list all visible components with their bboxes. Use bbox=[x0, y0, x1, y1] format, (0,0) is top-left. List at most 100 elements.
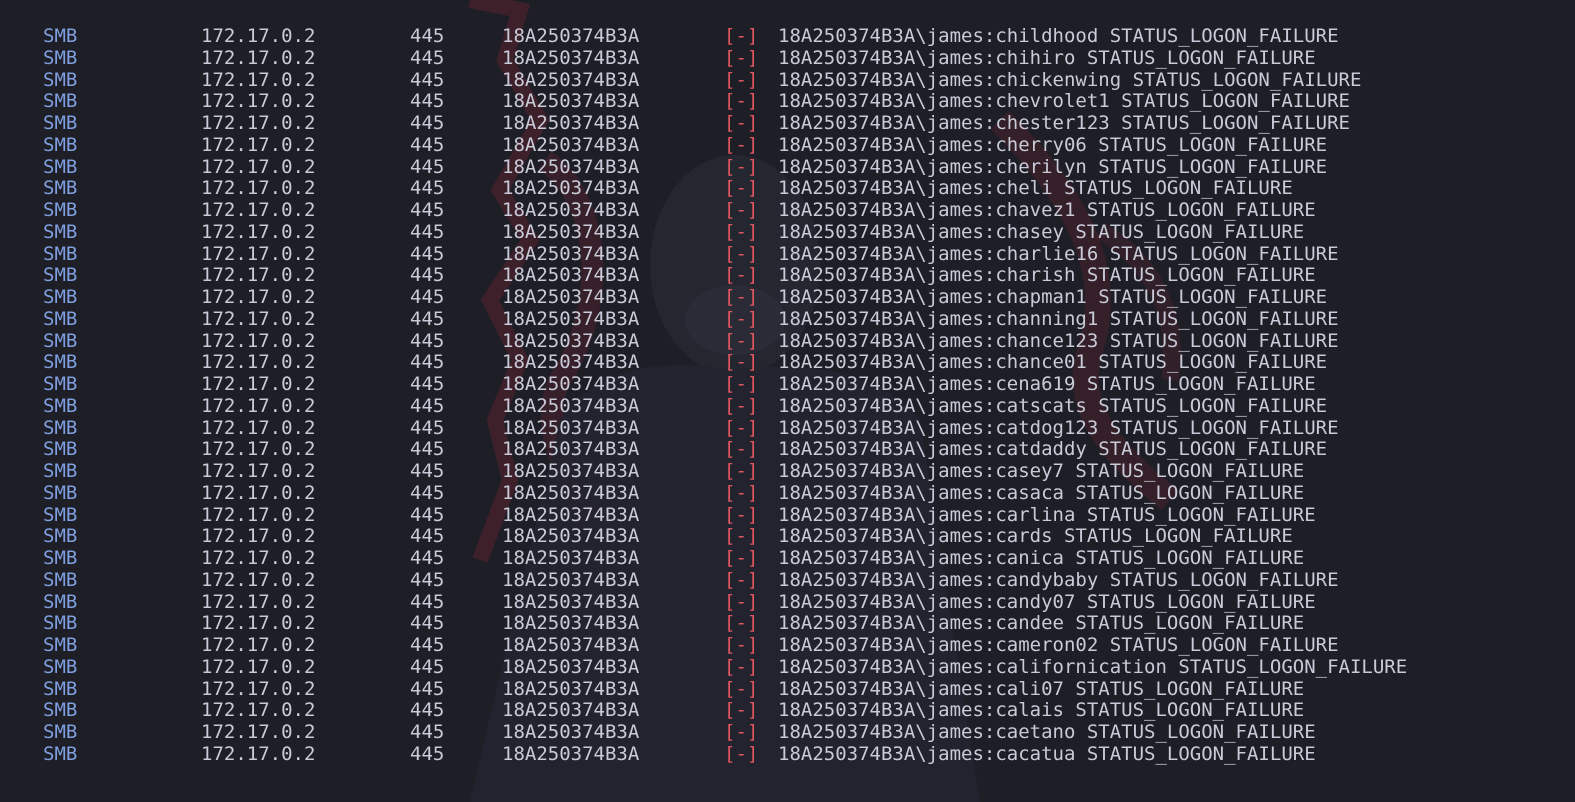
ip-address: 172.17.0.2 bbox=[201, 655, 316, 678]
protocol-label: SMB bbox=[43, 438, 78, 461]
port-number: 445 bbox=[410, 699, 445, 722]
ip-address: 172.17.0.2 bbox=[201, 742, 316, 765]
login-attempt-message: 18A250374B3A\james:chasey STATUS_LOGON_F… bbox=[778, 220, 1305, 243]
terminal-window[interactable]: SMB 172.17.0.2 445 18A250374B3A [-] 18A250374… bbox=[0, 0, 1575, 802]
host-name: 18A250374B3A bbox=[502, 112, 640, 134]
host-name: 18A250374B3A bbox=[502, 329, 640, 352]
port-number: 445 bbox=[410, 590, 445, 613]
host-name: 18A250374B3A bbox=[502, 742, 640, 765]
port-number: 445 bbox=[410, 373, 445, 395]
protocol-label: SMB bbox=[43, 699, 78, 722]
login-attempt-message: 18A250374B3A\james:cards STATUS_LOGON_FA… bbox=[778, 525, 1293, 548]
host-name: 18A250374B3A bbox=[502, 699, 640, 722]
port-number: 445 bbox=[410, 416, 445, 439]
ip-address: 172.17.0.2 bbox=[201, 68, 316, 91]
host-name: 18A250374B3A bbox=[502, 590, 640, 613]
terminal-line: SMB 172.17.0.2 445 18A250374B3A [-] 18A250374… bbox=[0, 286, 1575, 309]
port-number: 445 bbox=[410, 503, 445, 526]
terminal-line: SMB 172.17.0.2 445 18A250374B3A [-] 18A250374… bbox=[0, 503, 1575, 527]
protocol-label: SMB bbox=[43, 590, 78, 613]
terminal-line: SMB 172.17.0.2 445 18A250374B3A [-] 18A250374… bbox=[0, 307, 1575, 331]
failure-marker: [-] bbox=[724, 286, 759, 308]
terminal-line: SMB 172.17.0.2 445 18A250374B3A [-] 18A250374… bbox=[0, 416, 1575, 440]
ip-address: 172.17.0.2 bbox=[201, 612, 316, 635]
ip-address: 172.17.0.2 bbox=[201, 199, 316, 221]
host-name: 18A250374B3A bbox=[502, 68, 640, 91]
host-name: 18A250374B3A bbox=[502, 438, 640, 461]
host-name: 18A250374B3A bbox=[502, 133, 640, 156]
failure-marker: [-] bbox=[724, 25, 759, 47]
port-number: 445 bbox=[410, 721, 445, 743]
host-name: 18A250374B3A bbox=[502, 677, 640, 700]
ip-address: 172.17.0.2 bbox=[201, 677, 316, 700]
failure-marker: [-] bbox=[724, 547, 759, 569]
terminal-line: SMB 172.17.0.2 445 18A250374B3A [-] 18A250374… bbox=[0, 90, 1575, 113]
port-number: 445 bbox=[410, 655, 445, 678]
failure-marker: [-] bbox=[724, 307, 759, 330]
terminal-line: SMB 172.17.0.2 445 18A250374B3A [-] 18A250374… bbox=[0, 655, 1575, 679]
port-number: 445 bbox=[410, 460, 445, 482]
protocol-label: SMB bbox=[43, 286, 78, 308]
ip-address: 172.17.0.2 bbox=[201, 547, 316, 569]
ip-address: 172.17.0.2 bbox=[201, 699, 316, 722]
port-number: 445 bbox=[410, 677, 445, 700]
port-number: 445 bbox=[410, 286, 445, 308]
port-number: 445 bbox=[410, 329, 445, 352]
login-attempt-message: 18A250374B3A\james:carlina STATUS_LOGON_… bbox=[778, 503, 1316, 526]
protocol-label: SMB bbox=[43, 612, 78, 635]
ip-address: 172.17.0.2 bbox=[201, 373, 316, 395]
protocol-label: SMB bbox=[43, 655, 78, 678]
protocol-label: SMB bbox=[43, 525, 78, 548]
host-name: 18A250374B3A bbox=[502, 220, 640, 243]
failure-marker: [-] bbox=[724, 612, 759, 635]
failure-marker: [-] bbox=[724, 46, 759, 69]
ip-address: 172.17.0.2 bbox=[201, 220, 316, 243]
failure-marker: [-] bbox=[724, 155, 759, 178]
terminal-line: SMB 172.17.0.2 445 18A250374B3A [-] 18A250374… bbox=[0, 590, 1575, 614]
terminal-line: SMB 172.17.0.2 445 18A250374B3A [-] 18A250374… bbox=[0, 46, 1575, 70]
protocol-label: SMB bbox=[43, 264, 78, 287]
failure-marker: [-] bbox=[724, 68, 759, 91]
host-name: 18A250374B3A bbox=[502, 460, 640, 482]
terminal-line: SMB 172.17.0.2 445 18A250374B3A [-] 18A250374… bbox=[0, 220, 1575, 244]
login-attempt-message: 18A250374B3A\james:cherry06 STATUS_LOGON… bbox=[778, 133, 1328, 156]
protocol-label: SMB bbox=[43, 721, 78, 743]
failure-marker: [-] bbox=[724, 460, 759, 482]
terminal-line: SMB 172.17.0.2 445 18A250374B3A [-] 18A250374… bbox=[0, 634, 1575, 657]
protocol-label: SMB bbox=[43, 677, 78, 700]
protocol-label: SMB bbox=[43, 90, 78, 113]
login-attempt-message: 18A250374B3A\james:chance123 STATUS_LOGO… bbox=[778, 329, 1339, 352]
protocol-label: SMB bbox=[43, 242, 78, 265]
terminal-line: SMB 172.17.0.2 445 18A250374B3A [-] 18A250374… bbox=[0, 460, 1575, 483]
protocol-label: SMB bbox=[43, 329, 78, 352]
host-name: 18A250374B3A bbox=[502, 46, 640, 69]
host-name: 18A250374B3A bbox=[502, 242, 640, 265]
host-name: 18A250374B3A bbox=[502, 481, 640, 504]
protocol-label: SMB bbox=[43, 634, 78, 656]
failure-marker: [-] bbox=[724, 677, 759, 700]
port-number: 445 bbox=[410, 90, 445, 113]
host-name: 18A250374B3A bbox=[502, 416, 640, 439]
login-attempt-message: 18A250374B3A\james:canica STATUS_LOGON_F… bbox=[778, 547, 1305, 569]
protocol-label: SMB bbox=[43, 460, 78, 482]
host-name: 18A250374B3A bbox=[502, 394, 640, 417]
ip-address: 172.17.0.2 bbox=[201, 394, 316, 417]
protocol-label: SMB bbox=[43, 547, 78, 569]
login-attempt-message: 18A250374B3A\james:candy07 STATUS_LOGON_… bbox=[778, 590, 1316, 613]
ip-address: 172.17.0.2 bbox=[201, 590, 316, 613]
login-attempt-message: 18A250374B3A\james:charish STATUS_LOGON_… bbox=[778, 264, 1316, 287]
protocol-label: SMB bbox=[43, 220, 78, 243]
host-name: 18A250374B3A bbox=[502, 177, 640, 200]
host-name: 18A250374B3A bbox=[502, 199, 640, 221]
login-attempt-message: 18A250374B3A\james:charlie16 STATUS_LOGO… bbox=[778, 242, 1339, 265]
login-attempt-message: 18A250374B3A\james:cacatua STATUS_LOGON_… bbox=[778, 742, 1316, 765]
protocol-label: SMB bbox=[43, 133, 78, 156]
host-name: 18A250374B3A bbox=[502, 286, 640, 308]
protocol-label: SMB bbox=[43, 351, 78, 374]
terminal-line: SMB 172.17.0.2 445 18A250374B3A [-] 18A250374… bbox=[0, 155, 1575, 179]
ip-address: 172.17.0.2 bbox=[201, 481, 316, 504]
protocol-label: SMB bbox=[43, 25, 78, 47]
host-name: 18A250374B3A bbox=[502, 503, 640, 526]
login-attempt-message: 18A250374B3A\james:candybaby STATUS_LOGO… bbox=[778, 568, 1339, 591]
terminal-line: SMB 172.17.0.2 445 18A250374B3A [-] 18A250374… bbox=[0, 568, 1575, 592]
